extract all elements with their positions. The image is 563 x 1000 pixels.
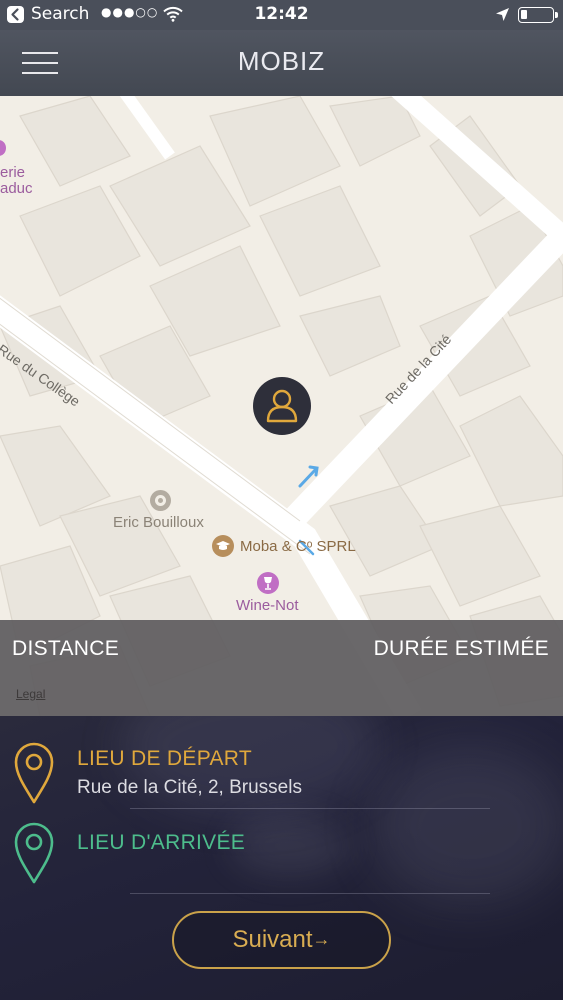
poi-label-moba[interactable]: Moba & Cᵒ SPRL [240,538,356,555]
clock: 12:42 [254,4,309,24]
partial-poi-label: erie [0,164,26,181]
wine-glass-icon[interactable] [257,572,279,594]
person-icon [266,389,298,423]
location-arrow-icon [495,7,510,27]
poi-label-wine-not[interactable]: Wine-Not [236,597,299,614]
status-bar: Search ●●●○○ 12:42 [0,0,563,30]
arrival-field[interactable]: LIEU D'ARRIVÉE [0,809,563,893]
distance-label: DISTANCE [12,637,120,660]
departure-address: Rue de la Cité, 2, Brussels [77,777,302,798]
trip-info-bar: DISTANCE DURÉE ESTIMÉE Legal [0,620,563,716]
location-panel: LIEU DE DÉPART Rue de la Cité, 2, Brusse… [0,716,563,1000]
legal-link[interactable]: Legal [16,687,45,701]
place-pin-icon[interactable] [150,490,171,511]
departure-field[interactable]: LIEU DE DÉPART Rue de la Cité, 2, Brusse… [0,716,563,808]
next-button[interactable]: Suivant→ [172,911,391,969]
battery-level [521,10,527,19]
app-title: MOBIZ [237,46,326,76]
departure-title: LIEU DE DÉPART [77,747,252,770]
arrival-pin-icon [14,822,54,884]
battery-icon [518,7,554,23]
divider [130,893,490,894]
arrival-title: LIEU D'ARRIVÉE [77,831,246,854]
departure-pin-icon [14,742,54,804]
duration-label: DURÉE ESTIMÉE [373,637,549,660]
app-header: MOBIZ [0,30,563,96]
battery-tip [555,12,558,18]
user-location-marker[interactable] [253,377,311,435]
poi-label-eric-bouilloux[interactable]: Eric Bouilloux [113,514,204,531]
arrow-right-icon: → [312,929,331,949]
next-button-label: Suivant [232,926,313,953]
partial-poi-label: aduc [0,180,33,197]
graduation-cap-icon[interactable] [212,535,234,557]
